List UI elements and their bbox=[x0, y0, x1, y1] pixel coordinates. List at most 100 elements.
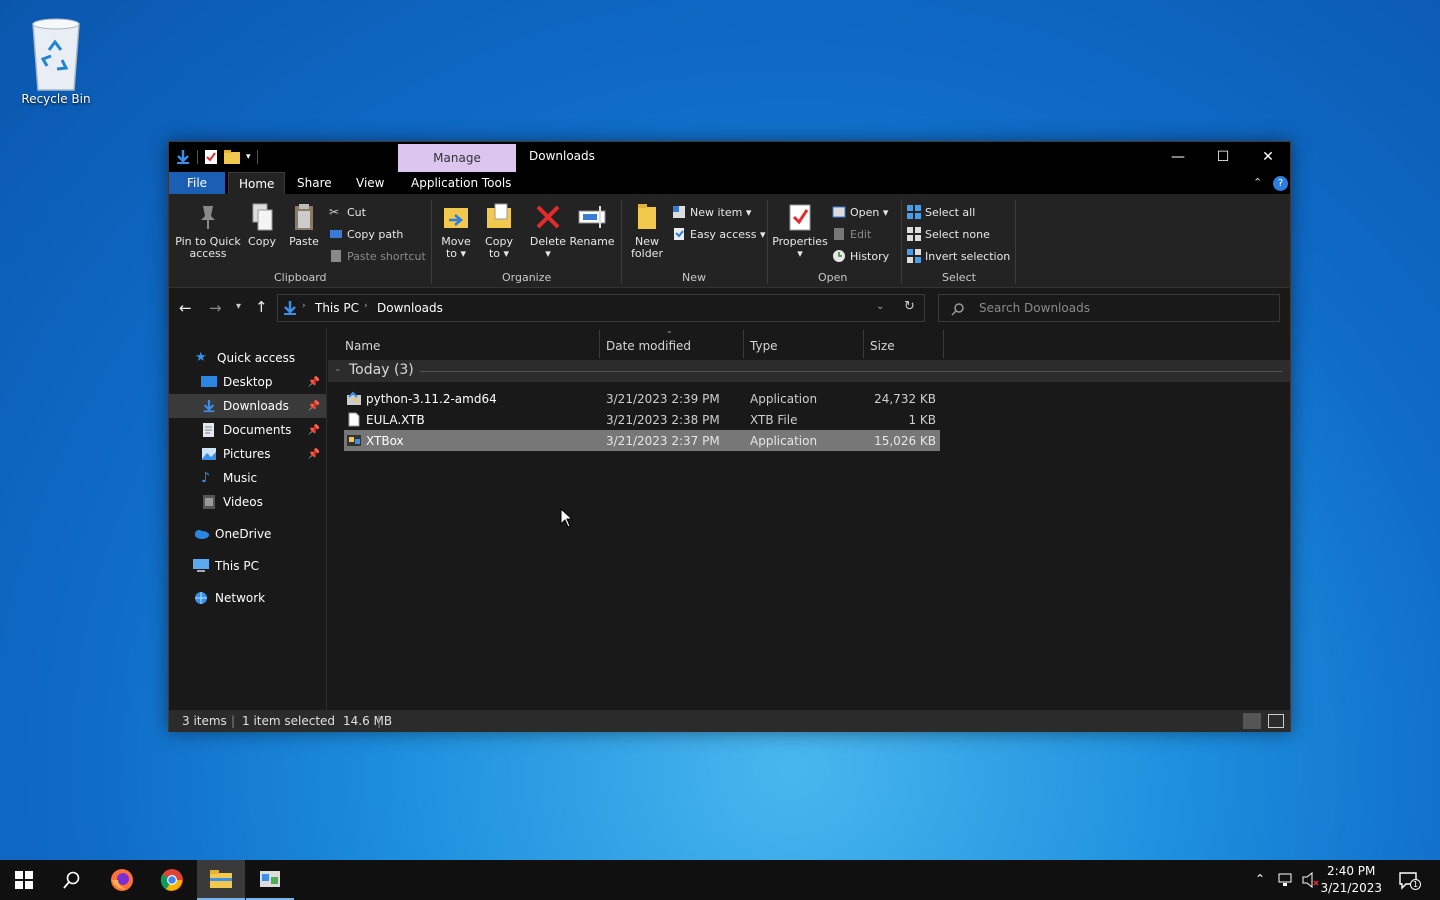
edit-button[interactable]: Edit bbox=[832, 226, 871, 242]
rename-button[interactable]: Rename bbox=[569, 202, 615, 248]
maximize-button[interactable]: ☐ bbox=[1200, 142, 1246, 172]
invert-selection-button[interactable]: Invert selection bbox=[907, 248, 1010, 264]
recycle-bin[interactable]: Recycle Bin bbox=[14, 10, 98, 106]
tab-home[interactable]: Home bbox=[228, 172, 286, 194]
column-header-date[interactable]: Date modified bbox=[606, 334, 691, 358]
sidebar-item-label: Downloads bbox=[223, 399, 289, 413]
ribbon-separator bbox=[901, 200, 902, 284]
tab-file[interactable]: File bbox=[169, 172, 225, 194]
move-to-icon bbox=[441, 202, 471, 232]
search-button[interactable] bbox=[48, 860, 96, 900]
history-button[interactable]: History bbox=[832, 248, 889, 264]
show-hidden-icons-icon[interactable]: ⌃ bbox=[1255, 872, 1265, 886]
copy-button[interactable]: Copy bbox=[245, 202, 279, 248]
forward-arrow-icon[interactable]: → bbox=[209, 299, 222, 317]
back-arrow-icon[interactable]: ← bbox=[179, 299, 192, 317]
sidebar-item-downloads[interactable]: Downloads 📌 bbox=[169, 394, 326, 418]
properties-button[interactable]: Properties ▾ bbox=[772, 202, 828, 260]
large-icons-view-icon[interactable] bbox=[1268, 714, 1284, 728]
sidebar-item-label: Videos bbox=[223, 495, 263, 509]
close-button[interactable]: ✕ bbox=[1245, 142, 1291, 172]
delete-button[interactable]: Delete ▾ bbox=[529, 202, 567, 260]
column-separator[interactable] bbox=[943, 330, 944, 358]
chrome-taskbar-button[interactable] bbox=[148, 860, 196, 900]
file-type: Application bbox=[750, 433, 818, 448]
properties-check-icon[interactable] bbox=[204, 149, 218, 165]
open-button[interactable]: Open ▾ bbox=[832, 204, 888, 220]
group-label: Today (3) bbox=[349, 362, 414, 378]
sidebar-item-label: Quick access bbox=[217, 351, 296, 365]
column-header-size[interactable]: Size bbox=[870, 334, 895, 358]
paste-shortcut-label: Paste shortcut bbox=[347, 249, 426, 263]
select-none-button[interactable]: Select none bbox=[907, 226, 990, 242]
tab-view[interactable]: View bbox=[346, 172, 394, 194]
sidebar-item-pictures[interactable]: Pictures 📌 bbox=[169, 442, 326, 466]
customize-qat-icon[interactable]: ▾ bbox=[246, 152, 251, 162]
breadcrumb-downloads[interactable]: Downloads bbox=[377, 301, 443, 315]
file-list: Name Date modified ⌄ Type Size ⌄ Today (… bbox=[328, 326, 1290, 710]
minimize-icon: — bbox=[1171, 149, 1185, 165]
sidebar-item-label: Documents bbox=[223, 423, 292, 437]
cut-button[interactable]: ✂ Cut bbox=[329, 204, 366, 220]
easy-access-icon bbox=[672, 227, 686, 241]
pictures-icon bbox=[201, 447, 217, 461]
address-dropdown-icon[interactable]: ⌄ bbox=[876, 301, 884, 312]
refresh-icon[interactable]: ↻ bbox=[904, 299, 915, 314]
volume-muted-icon[interactable] bbox=[1302, 872, 1320, 888]
copy-to-button[interactable]: Copy to ▾ bbox=[480, 202, 518, 260]
download-arrow-icon bbox=[201, 399, 217, 413]
new-folder-icon[interactable] bbox=[224, 150, 240, 164]
group-header[interactable]: ⌄ Today (3) bbox=[328, 360, 1290, 382]
new-folder-button[interactable]: New folder bbox=[627, 202, 667, 260]
sidebar-item-videos[interactable]: Videos bbox=[169, 490, 326, 514]
firefox-icon bbox=[111, 869, 133, 891]
network-status-icon[interactable] bbox=[1278, 873, 1296, 887]
sidebar-item-desktop[interactable]: Desktop 📌 bbox=[169, 370, 326, 394]
open-group-label: Open bbox=[818, 271, 848, 284]
address-bar[interactable]: › This PC › Downloads ⌄ ↻ bbox=[277, 294, 925, 322]
help-icon[interactable]: ? bbox=[1273, 176, 1288, 191]
sidebar-item-this-pc[interactable]: This PC bbox=[169, 554, 326, 578]
copy-path-button[interactable]: Copy path bbox=[329, 226, 403, 242]
select-all-button[interactable]: Select all bbox=[907, 204, 975, 220]
column-separator[interactable] bbox=[599, 330, 600, 358]
new-folder-label: New folder bbox=[631, 235, 663, 260]
column-header-name[interactable]: Name bbox=[345, 334, 380, 358]
up-arrow-icon[interactable]: ↑ bbox=[255, 298, 268, 316]
system-clock[interactable]: 2:40 PM 3/21/2023 bbox=[1320, 863, 1382, 897]
new-item-button[interactable]: New item ▾ bbox=[672, 204, 751, 220]
paste-shortcut-button[interactable]: Paste shortcut bbox=[329, 248, 426, 264]
minimize-button[interactable]: — bbox=[1155, 142, 1201, 172]
column-header-type[interactable]: Type bbox=[750, 334, 778, 358]
sidebar-item-network[interactable]: Network bbox=[169, 586, 326, 610]
copy-to-icon bbox=[484, 202, 514, 232]
file-explorer-taskbar-button[interactable] bbox=[197, 860, 245, 900]
pin-quick-access-button[interactable]: Pin to Quick access bbox=[175, 202, 241, 260]
manage-context-tab[interactable]: Manage bbox=[398, 144, 516, 172]
sidebar-item-quick-access[interactable]: ★ Quick access bbox=[169, 346, 326, 370]
table-row[interactable]: python-3.11.2-amd64 3/21/2023 2:39 PM Ap… bbox=[344, 388, 940, 409]
search-box[interactable]: Search Downloads bbox=[938, 294, 1280, 322]
breadcrumb-this-pc[interactable]: This PC bbox=[315, 301, 359, 315]
tab-application-tools[interactable]: Application Tools bbox=[401, 172, 521, 194]
xtbox-taskbar-button[interactable] bbox=[246, 860, 294, 900]
column-separator[interactable] bbox=[863, 330, 864, 358]
paste-button[interactable]: Paste bbox=[287, 202, 321, 248]
sidebar-item-music[interactable]: ♪ Music bbox=[169, 466, 326, 490]
sidebar-item-onedrive[interactable]: OneDrive bbox=[169, 522, 326, 546]
column-separator[interactable] bbox=[743, 330, 744, 358]
move-to-button[interactable]: Move to ▾ bbox=[437, 202, 475, 260]
action-center-button[interactable]: 1 bbox=[1398, 870, 1421, 890]
table-row[interactable]: EULA.XTB 3/21/2023 2:38 PM XTB File 1 KB bbox=[344, 409, 940, 430]
sidebar-item-documents[interactable]: Documents 📌 bbox=[169, 418, 326, 442]
firefox-taskbar-button[interactable] bbox=[98, 860, 146, 900]
table-row-selected[interactable]: XTBox 3/21/2023 2:37 PM Application 15,0… bbox=[344, 430, 940, 451]
start-button[interactable] bbox=[0, 860, 48, 900]
details-view-icon[interactable] bbox=[1243, 713, 1261, 729]
tab-share[interactable]: Share bbox=[287, 172, 342, 194]
recent-locations-icon[interactable]: ▾ bbox=[236, 301, 241, 312]
collapse-ribbon-icon[interactable]: ⌃ bbox=[1253, 176, 1262, 189]
ribbon: Pin to Quick access Copy Paste ✂ Cut Copy… bbox=[169, 194, 1290, 288]
easy-access-button[interactable]: Easy access ▾ bbox=[672, 226, 766, 242]
download-arrow-icon[interactable] bbox=[175, 149, 191, 165]
